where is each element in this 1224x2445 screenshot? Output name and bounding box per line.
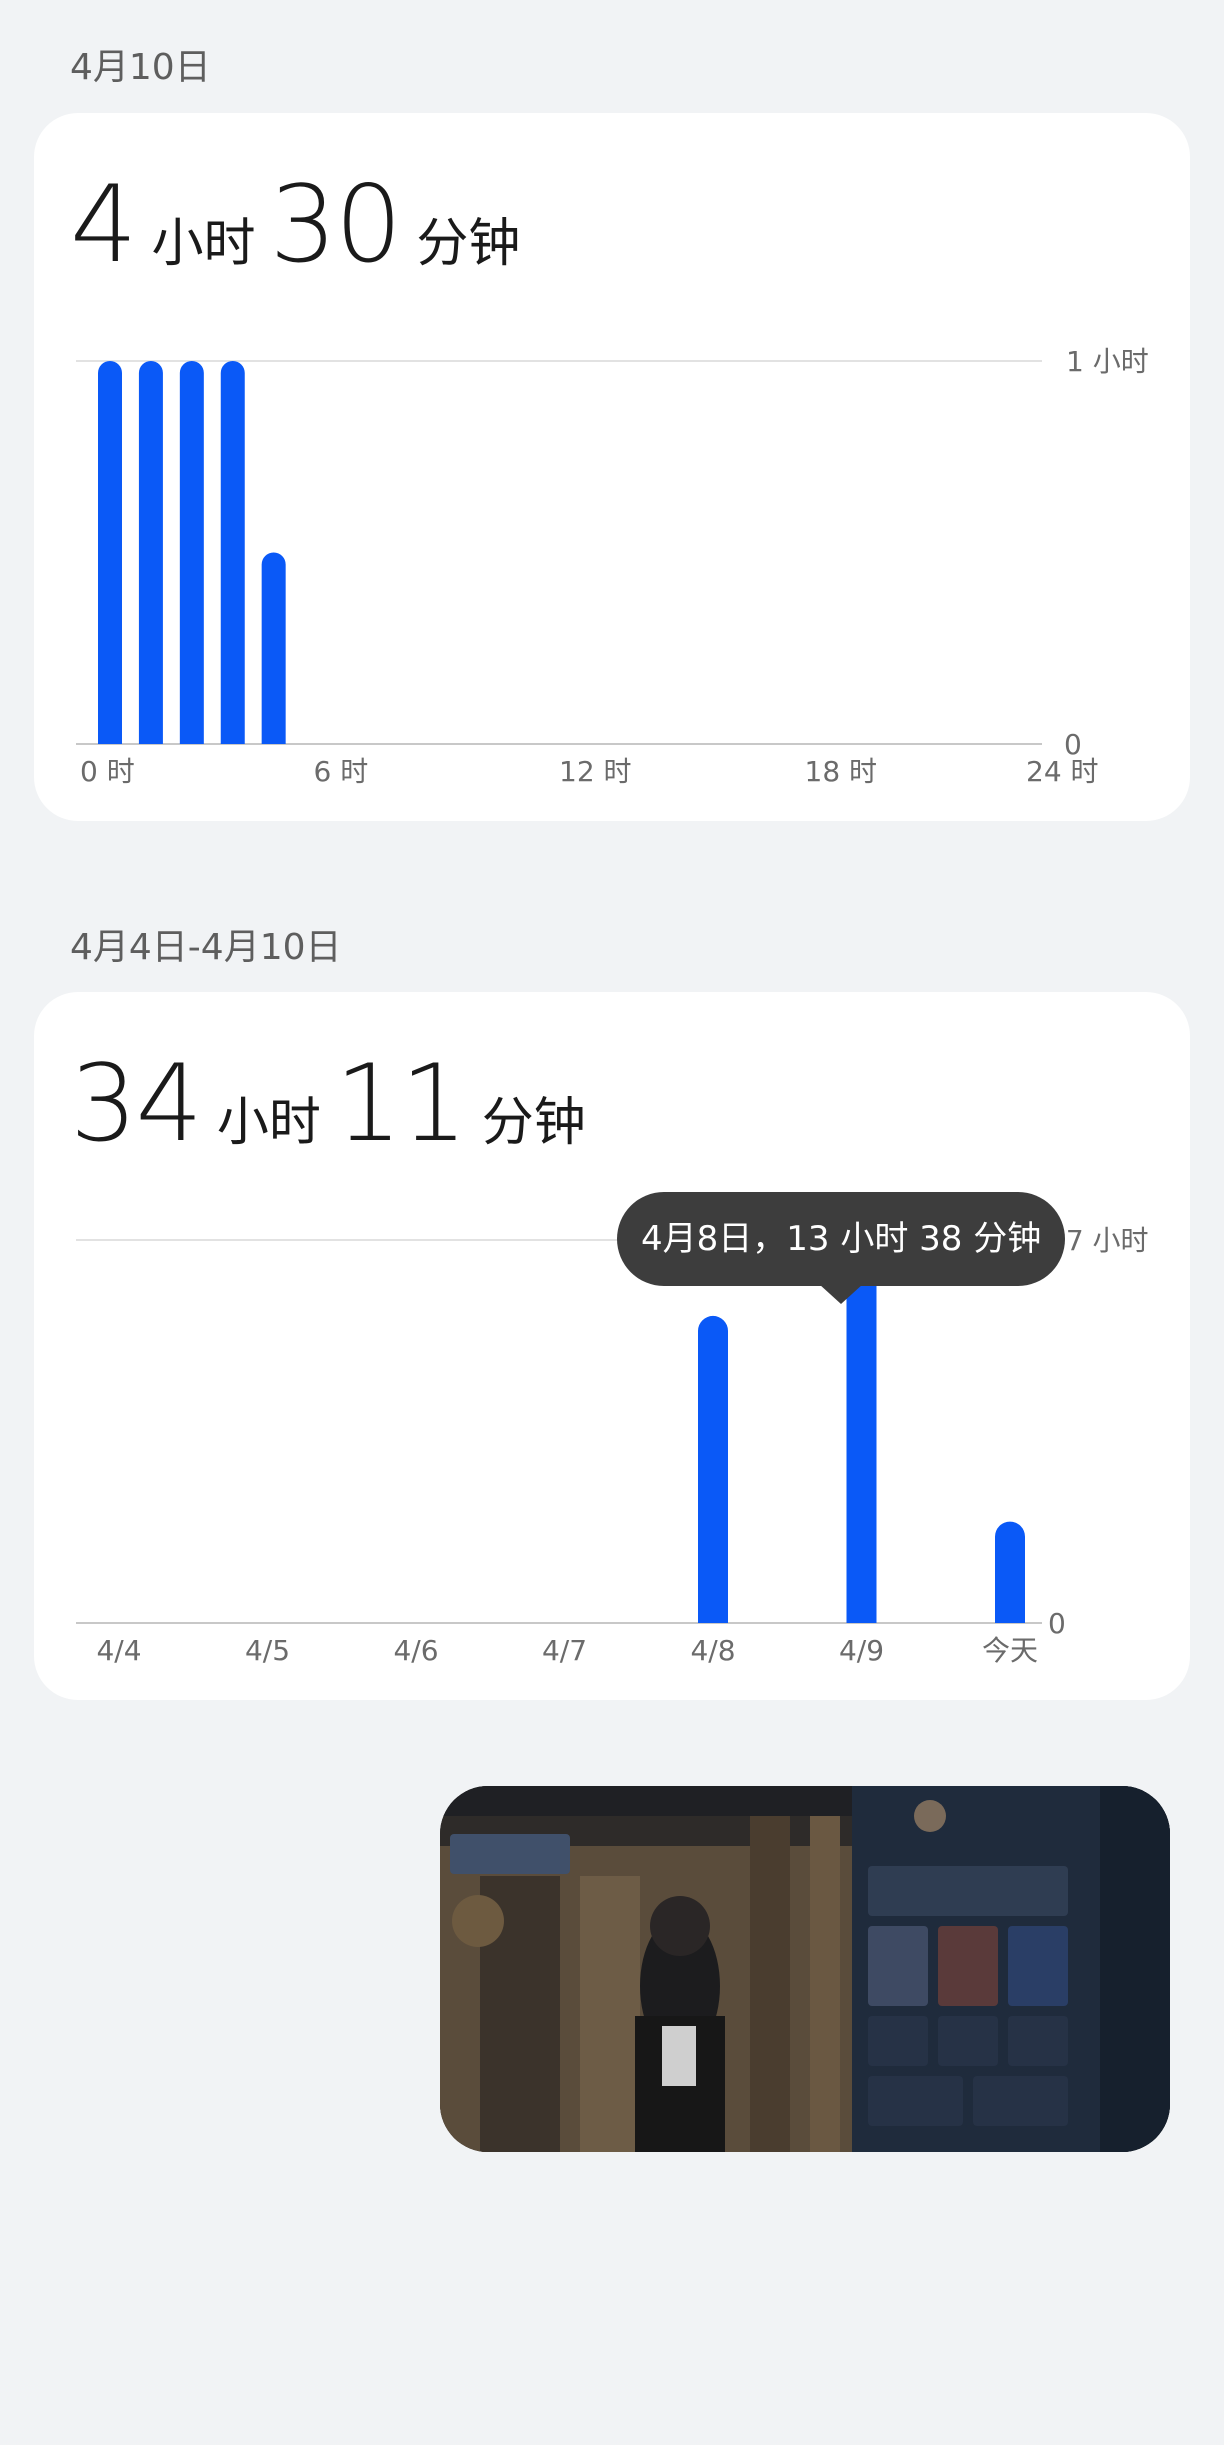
daily-bar-0[interactable] [98, 361, 122, 744]
daily-bars [98, 361, 286, 744]
daily-x-label-2: 12 时 [559, 755, 632, 788]
weekly-x-label-6: 今天 [982, 1634, 1038, 1667]
weekly-bar-4[interactable] [698, 1315, 728, 1623]
app-screenshot-thumbnail[interactable] [440, 1786, 1170, 2152]
weekly-x-label-1: 4/5 [245, 1634, 290, 1667]
bar-tooltip-text: 4月8日，13 小时 38 分钟 [641, 1219, 1042, 1259]
daily-x-label-3: 18 时 [805, 755, 878, 788]
tooltip-arrow [819, 1284, 864, 1304]
weekly-usage-chart[interactable]: 17 小时 0 4/4 4/5 4/6 4/7 4/8 4/9 今天 [34, 992, 1190, 1700]
daily-x-label-4: 24 时 [1026, 755, 1099, 788]
daily-bar-4[interactable] [261, 552, 286, 745]
bar-tooltip: 4月8日，13 小时 38 分钟 [617, 1192, 1066, 1304]
daily-x-axis-labels: 0 时 6 时 12 时 18 时 24 时 [80, 755, 1099, 788]
weekly-date-label: 4月4日-4月10日 [70, 927, 342, 968]
weekly-usage-card[interactable]: 34 小时 11 分钟 17 小时 0 4/4 4/5 4/6 4/7 4/8 4/9 今天… [34, 992, 1190, 1700]
daily-y-top-label: 1 小时 [1066, 345, 1149, 378]
daily-bar-2[interactable] [179, 361, 204, 744]
daily-date-label: 4月10日 [70, 47, 211, 88]
daily-bar-1[interactable] [138, 361, 163, 744]
weekly-y-bottom-label: 0 [1048, 1607, 1066, 1640]
daily-usage-card[interactable]: 4 小时 30 分钟 1 小时 0 0 时6 时 12 时 18 时 24 时 [34, 113, 1190, 821]
weekly-x-label-5: 4/9 [839, 1634, 884, 1667]
daily-bar-3[interactable] [220, 361, 245, 744]
weekly-x-label-0: 4/4 [96, 1634, 141, 1667]
weekly-bar-6[interactable] [995, 1521, 1025, 1623]
weekly-x-axis-labels: 4/4 4/5 4/6 4/7 4/8 4/9 今天 [96, 1634, 1038, 1667]
weekly-x-label-4: 4/8 [690, 1634, 735, 1667]
daily-x-label-0: 0 时 [80, 755, 135, 788]
weekly-x-label-2: 4/6 [393, 1634, 438, 1667]
game-screenshot-icon [440, 1786, 1170, 2152]
daily-usage-chart[interactable]: 1 小时 0 0 时6 时 12 时 18 时 24 时 [34, 113, 1190, 821]
weekly-bars [698, 1262, 1025, 1623]
daily-x-label-1: 6 时 [314, 755, 369, 788]
weekly-x-label-3: 4/7 [542, 1634, 587, 1667]
weekly-bar-5[interactable] [846, 1262, 877, 1623]
